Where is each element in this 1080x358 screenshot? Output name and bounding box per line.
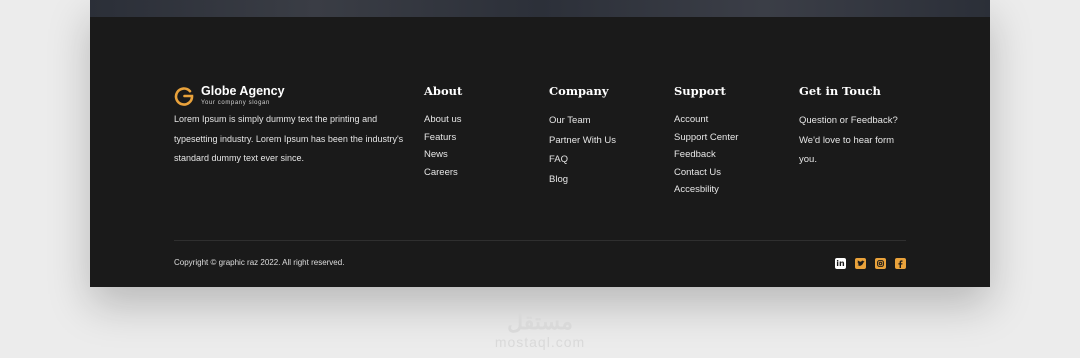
- link-careers[interactable]: Careers: [424, 164, 462, 182]
- link-our-team[interactable]: Our Team: [549, 111, 616, 131]
- brand-slogan: Your company slogan: [201, 100, 270, 106]
- copyright-text: Copyright © graphic raz 2022. All right …: [174, 258, 345, 267]
- link-features[interactable]: Featurs: [424, 129, 462, 147]
- watermark-logo: مستقل: [507, 309, 573, 334]
- support-column: Support Account Support Center Feedback …: [674, 84, 738, 199]
- instagram-icon[interactable]: [875, 258, 886, 269]
- link-support-center[interactable]: Support Center: [674, 129, 738, 147]
- link-about-us[interactable]: About us: [424, 111, 462, 129]
- contact-text: Question or Feedback? We'd love to hear …: [799, 115, 898, 165]
- company-column-title: Company: [549, 84, 609, 98]
- footer-divider: [174, 240, 906, 241]
- twitter-icon[interactable]: [855, 258, 866, 269]
- about-column: About About us Featurs News Careers: [424, 84, 462, 181]
- globe-logo-icon: [174, 87, 194, 106]
- contact-column-title: Get in Touch: [799, 84, 881, 98]
- link-feedback[interactable]: Feedback: [674, 146, 738, 164]
- link-blog[interactable]: Blog: [549, 170, 616, 190]
- brand-description: Lorem Ipsum is simply dummy text the pri…: [174, 114, 404, 163]
- contact-column: Get in Touch Question or Feedback? We'd …: [799, 84, 909, 170]
- link-partner-with-us[interactable]: Partner With Us: [549, 131, 616, 151]
- link-account[interactable]: Account: [674, 111, 738, 129]
- link-news[interactable]: News: [424, 146, 462, 164]
- support-column-title: Support: [674, 84, 726, 98]
- social-links: in: [835, 258, 906, 269]
- hero-image-strip: [90, 0, 990, 17]
- link-faq[interactable]: FAQ: [549, 150, 616, 170]
- about-column-title: About: [424, 84, 463, 98]
- linkedin-icon[interactable]: in: [835, 258, 846, 269]
- company-column: Company Our Team Partner With Us FAQ Blo…: [549, 84, 616, 189]
- facebook-icon[interactable]: [895, 258, 906, 269]
- watermark-url: mostaql.com: [494, 334, 586, 350]
- link-contact-us[interactable]: Contact Us: [674, 164, 738, 182]
- brand-name: Globe Agency: [201, 84, 285, 98]
- link-accessibility[interactable]: Accesbility: [674, 181, 738, 199]
- footer-card: Globe Agency Your company slogan Lorem I…: [90, 0, 990, 287]
